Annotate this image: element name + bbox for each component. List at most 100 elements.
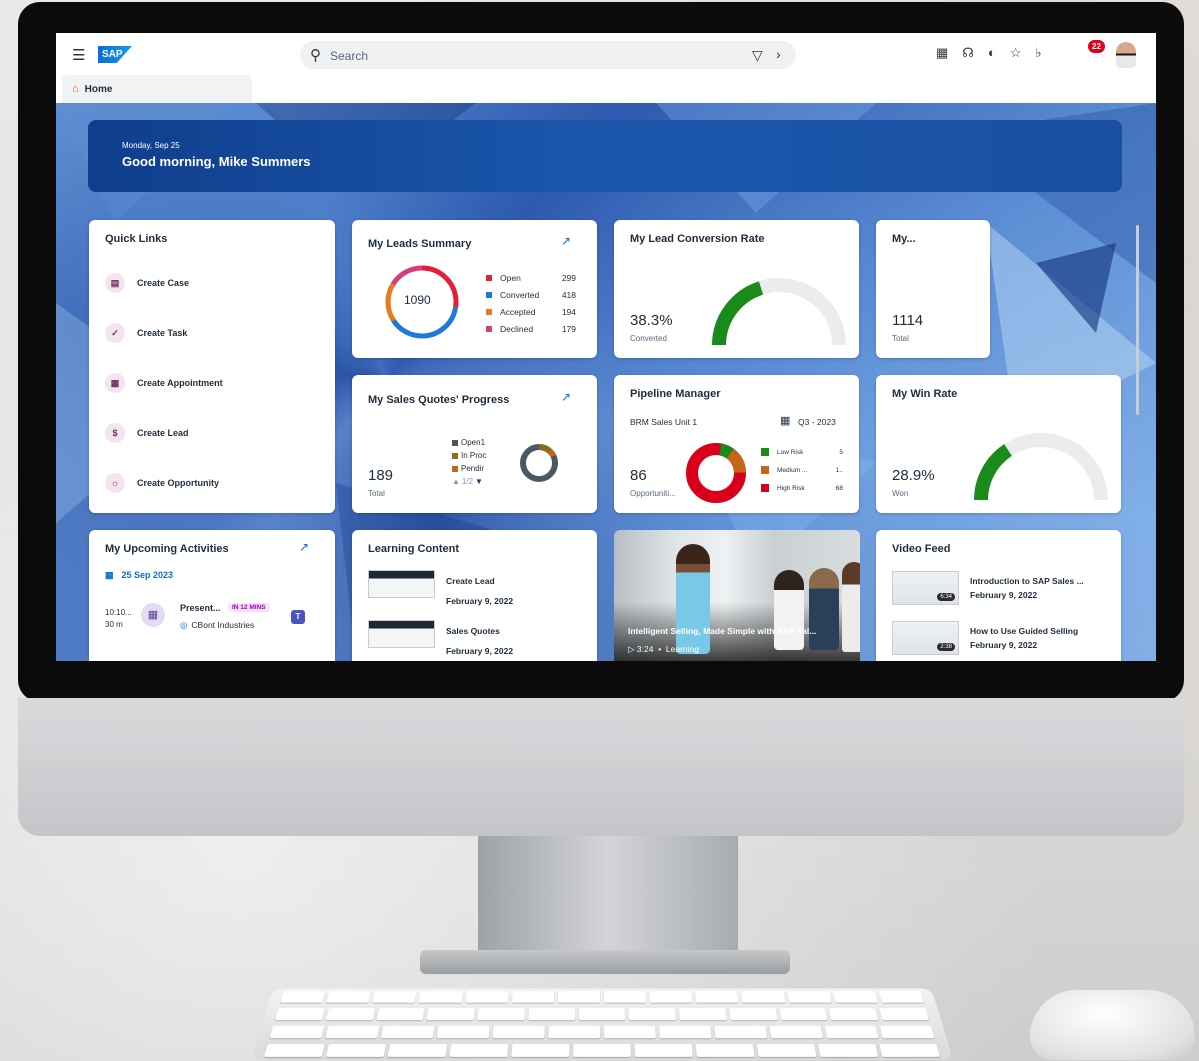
screen: ☰ SAP ⚲ Search ▽ › ▦ ☊ ◐ ☆ ♭ 22 ⌂ Home M…: [56, 33, 1156, 661]
learning-item-title[interactable]: Sales Quotes: [446, 626, 500, 636]
teams-icon[interactable]: T: [291, 610, 305, 624]
pager-down-icon: ▼: [475, 477, 483, 486]
sales-quotes-card[interactable]: My Sales Quotes' Progress ↗ 189 Total Op…: [352, 375, 597, 513]
legend-item: High Risk 68: [761, 479, 843, 497]
quick-link-create-task[interactable]: ✓ Create Task: [105, 323, 187, 343]
external-link-icon[interactable]: ↗: [561, 234, 571, 248]
calendar-icon: ▦: [105, 373, 125, 393]
activity-badge: IN 12 MINS: [228, 603, 270, 612]
search-field[interactable]: ⚲ Search ▽ ›: [300, 41, 796, 69]
quick-link-create-appointment[interactable]: ▦ Create Appointment: [105, 373, 223, 393]
pipeline-unit: BRM Sales Unit 1: [630, 417, 698, 427]
legend-item: In Proc: [452, 449, 486, 462]
activity-account[interactable]: ◎ CBont Industries: [180, 620, 254, 631]
win-rate-card[interactable]: My Win Rate 28.9% Won: [876, 375, 1121, 513]
tab-home-label: Home: [84, 83, 113, 95]
my-card-title: My...: [892, 233, 916, 245]
greeting-message: Good morning, Mike Summers: [122, 154, 311, 169]
quick-link-label: Create Lead: [137, 428, 189, 438]
quick-link-label: Create Case: [137, 278, 190, 288]
dollar-icon: $: [105, 423, 125, 443]
pipeline-value: 86: [630, 467, 647, 484]
win-rate-title: My Win Rate: [892, 388, 958, 400]
upcoming-activities-card[interactable]: My Upcoming Activities ↗ ▦ 25 Sep 2023 10…: [89, 530, 335, 661]
win-rate-value: 28.9%: [892, 467, 935, 484]
learning-thumbnail[interactable]: [368, 570, 435, 598]
sales-quotes-title: My Sales Quotes' Progress: [368, 394, 510, 406]
learning-thumbnail[interactable]: [368, 620, 435, 648]
tab-bar: ⌂ Home: [56, 75, 1156, 103]
greeting-banner: Monday, Sep 25 Good morning, Mike Summer…: [88, 120, 1122, 192]
legend-item: Declined 179: [486, 320, 576, 337]
play-icon: ▷: [628, 644, 635, 654]
pipeline-legend: Low Risk 5 Medium ... 1.. High Risk 68: [761, 443, 843, 497]
ticket-icon: ▤: [105, 273, 125, 293]
presenter-figure: [676, 544, 710, 654]
pipeline-manager-card[interactable]: Pipeline Manager BRM Sales Unit 1 ▦ Q3 -…: [614, 375, 859, 513]
video-thumbnail[interactable]: 2:38: [892, 621, 959, 655]
chat-icon[interactable]: ◐: [988, 45, 996, 61]
star-icon[interactable]: ☆: [1010, 45, 1022, 61]
scrollbar[interactable]: [1136, 225, 1139, 415]
search-icon: ⚲: [310, 47, 321, 64]
legend-item: Open 299: [486, 269, 576, 286]
search-input[interactable]: Search: [330, 49, 368, 63]
bell-icon[interactable]: ♭: [1035, 45, 1041, 61]
video-feed-card[interactable]: Video Feed 6:34 Introduction to SAP Sale…: [876, 530, 1121, 661]
monitor-stand: [478, 836, 738, 956]
dashboard-canvas: Monday, Sep 25 Good morning, Mike Summer…: [56, 103, 1156, 661]
lead-conversion-value: 38.3%: [630, 312, 673, 329]
pipeline-title: Pipeline Manager: [630, 388, 721, 400]
quick-link-create-case[interactable]: ▤ Create Case: [105, 273, 189, 293]
legend-item: Accepted 194: [486, 303, 576, 320]
leads-summary-card[interactable]: My Leads Summary ↗ 1090 Open 299 Converte…: [352, 220, 597, 358]
external-link-icon[interactable]: ↗: [299, 540, 309, 554]
appointment-icon: ▦: [141, 603, 165, 627]
audience-figure: [842, 562, 860, 652]
chevron-right-icon[interactable]: ›: [776, 46, 781, 62]
video-thumbnail[interactable]: 6:34: [892, 571, 959, 605]
sales-quotes-donut: [520, 444, 558, 482]
promo-title[interactable]: Intelligent Selling, Made Simple with SA…: [628, 626, 816, 636]
calendar-icon[interactable]: ▦: [780, 414, 790, 427]
learning-item-date: February 9, 2022: [446, 646, 514, 656]
learning-title: Learning Content: [368, 543, 460, 555]
external-link-icon[interactable]: ↗: [561, 390, 571, 404]
apps-icon[interactable]: ▦: [936, 45, 948, 61]
quick-link-create-opportunity[interactable]: ☼ Create Opportunity: [105, 473, 219, 493]
lead-conversion-card[interactable]: My Lead Conversion Rate 38.3% Converted: [614, 220, 859, 358]
headset-icon[interactable]: ☊: [962, 45, 974, 61]
learning-item-date: February 9, 2022: [446, 596, 514, 606]
audience-figure: [809, 568, 839, 650]
pipeline-donut: [686, 443, 746, 503]
hamburger-menu-icon[interactable]: ☰: [72, 46, 85, 64]
learning-item-title[interactable]: Create Lead: [446, 576, 495, 586]
my-total-card[interactable]: My... 1114 Total: [876, 220, 990, 358]
legend-pager: ▲ 1/2 ▼: [452, 477, 483, 486]
video-item-date: February 9, 2022: [970, 640, 1038, 650]
pipeline-period[interactable]: Q3 - 2023: [798, 417, 836, 427]
quick-link-create-lead[interactable]: $ Create Lead: [105, 423, 189, 443]
pipeline-label: Opportuniti...: [630, 489, 676, 498]
quick-links-title: Quick Links: [105, 233, 168, 245]
sap-logo[interactable]: SAP: [98, 46, 132, 63]
home-icon: ⌂: [72, 83, 79, 95]
audience-figure: [774, 570, 804, 650]
user-avatar[interactable]: [1116, 42, 1136, 68]
activities-title: My Upcoming Activities: [105, 543, 229, 555]
tab-home[interactable]: ⌂ Home: [62, 75, 252, 103]
promo-video-card[interactable]: Intelligent Selling, Made Simple with SA…: [614, 530, 860, 661]
leads-summary-title: My Leads Summary: [368, 238, 472, 250]
filter-icon[interactable]: ▽: [752, 47, 763, 64]
video-duration: 6:34: [937, 593, 955, 601]
notification-badge: 22: [1088, 40, 1105, 53]
learning-content-card[interactable]: Learning Content Create Lead February 9,…: [352, 530, 597, 661]
my-card-label: Total: [892, 334, 909, 343]
legend-item: Converted 418: [486, 286, 576, 303]
win-rate-gauge: [974, 433, 1108, 501]
keyboard: [250, 988, 954, 1060]
video-item-title[interactable]: Introduction to SAP Sales ...: [970, 576, 1084, 586]
activity-title[interactable]: Present...: [180, 603, 221, 613]
video-item-title[interactable]: How to Use Guided Selling: [970, 626, 1078, 636]
activity-duration: 30 m: [105, 620, 123, 629]
